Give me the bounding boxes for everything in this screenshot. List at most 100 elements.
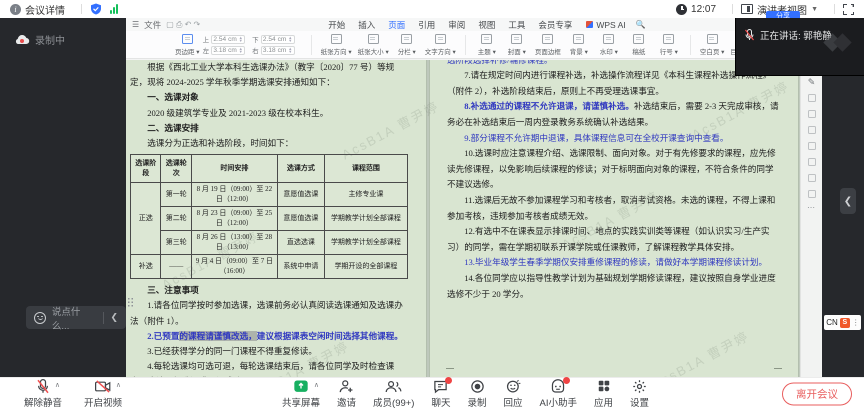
doc-paragraph: 10.选课时应注意课程介绍、选课限制、面向对象。对于有先修要求的课程，应先修读先… [447,146,782,193]
members-button[interactable]: 成员(99+) [373,379,414,409]
tab-insert[interactable]: 插入 [358,19,375,31]
active-speaker-video[interactable]: 正在讲话: 郭艳静 [735,18,864,76]
ai-assistant-label: AI小助手 [540,395,577,409]
network-signal[interactable] [110,4,118,14]
chat-button[interactable]: 聊天 [431,379,450,409]
tab-page[interactable]: 页面 [388,19,405,31]
chevron-up-icon[interactable]: ∧ [116,381,121,389]
panel-collapse-button[interactable]: ❮ [840,188,856,214]
margin-corner-mark [446,368,454,376]
ribbon-blank-page[interactable]: 空白页 ▾ [697,34,728,56]
search-icon[interactable]: 🔍 [636,20,646,29]
chevron-left-icon[interactable]: ❮ [110,312,118,323]
chevron-up-icon[interactable]: ∧ [314,381,319,389]
ribbon-background[interactable]: 背景 ▾ [564,34,594,56]
ribbon-paper-size[interactable]: 纸张大小 ▾ [355,34,392,56]
paragraph-drag-handle-icon[interactable] [127,297,134,307]
ribbon-paper-orientation[interactable]: 纸张方向 ▾ [318,34,355,56]
muted-mic-icon [744,29,755,41]
share-screen-label: 共享屏幕 [282,395,320,409]
ai-assistant-button[interactable]: AI小助手 [540,379,577,409]
meeting-details[interactable]: i 会议详情 [10,2,65,17]
doc-heading: 二、选课安排 [130,121,408,136]
apps-button[interactable]: 应用 [594,379,613,409]
wps-writer-window: ☰ 文件 ▢ ⎙ ↶ ↷ 开始 插入 页面 引用 审阅 视图 工具 会员专享 W… [126,18,822,377]
record-button[interactable]: 录制 [468,379,487,409]
doc-paragraph: 2020 级建筑学专业及 2021-2023 级在校本科生。 [130,106,408,121]
margin-right-field[interactable]: 右 3.18cm▲▼ [252,45,295,55]
members-label: 成员(99+) [373,395,414,409]
share-screen-icon [293,379,309,394]
divider [834,4,835,14]
line-number-icon [663,34,674,44]
settings-button[interactable]: 设置 [630,379,649,409]
wps-ai-label: WPS AI [596,20,625,30]
start-video-button[interactable]: ∧ 开启视频 [84,379,122,409]
ribbon-text-direction[interactable]: 文字方向 ▾ [422,34,459,56]
unmute-button[interactable]: ∧ 解除静音 [24,379,62,409]
wps-quick-actions[interactable]: ▢ ⎙ ↶ ↷ [166,20,200,30]
side-tool-icon[interactable] [808,94,816,102]
ribbon-cover[interactable]: 封面 ▾ [502,34,532,56]
fullscreen-button[interactable] [843,4,854,15]
paper-size-icon [368,34,379,44]
share-screen-button[interactable]: ∧ 共享屏幕 [282,379,320,409]
margin-bottom-field[interactable]: 下 2.54cm▲▼ [252,34,295,44]
ribbon-line-number[interactable]: 行号 ▾ [654,34,684,56]
doc-paragraph: 1.请各位同学按时参加选课，选课前务必认真阅读选课通知及选课办法（附件 1）。 [130,298,408,328]
text-direction-icon [435,34,446,44]
ribbon-paper-grid[interactable]: 稿纸 [624,34,654,56]
tab-review[interactable]: 审阅 [448,19,465,31]
menu-icon[interactable]: ☰ [132,20,139,29]
side-tool-icon[interactable] [808,174,816,182]
tab-home[interactable]: 开始 [328,19,345,31]
more-tools-icon[interactable]: ⋯ [807,206,816,210]
more-icon: ⋮ [852,318,859,327]
recording-indicator[interactable]: 录制中 [14,32,65,47]
tab-reference[interactable]: 引用 [418,19,435,31]
wps-ai-button[interactable]: WPS AI [586,20,625,30]
emoji-icon[interactable] [34,312,46,324]
stage-left-panel: 录制中 说点什么... ❮ [0,18,126,377]
wps-file-menu[interactable]: 文件 [144,19,161,31]
text-selection: 的课程请谨慎改选， [179,331,256,341]
ribbon-page-margins[interactable]: 页边距 ▾ [172,34,203,56]
margin-top-field[interactable]: 上 2.54cm▲▼ [203,34,246,44]
ime-indicator[interactable]: CN S ⋮ [824,315,861,330]
side-tool-icon[interactable] [808,190,816,198]
leave-meeting-button[interactable]: 离开会议 [782,382,852,405]
side-tool-icon[interactable] [808,158,816,166]
start-video-label: 开启视频 [84,395,122,409]
record-icon [470,379,485,394]
tab-tools[interactable]: 工具 [508,19,525,31]
doc-heading: 三、注意事项 [130,283,408,298]
ribbon-page-border[interactable]: 页面边框 [532,34,564,56]
side-tool-icon[interactable] [808,126,816,134]
doc-paragraph: 7.请在规定时间内进行课程补选，补选操作流程详见《本科生课程补选操作流程》（附件… [447,68,782,99]
side-tool-icon[interactable] [808,110,816,118]
chat-placeholder: 说点什么... [52,304,98,332]
quick-chat-input[interactable]: 说点什么... ❮ [26,306,126,329]
margin-left-field[interactable]: 左 3.18cm▲▼ [203,45,246,55]
background-icon [573,34,584,44]
doc-paragraph: 3.已经获得学分的同一门课程不得重复修读。 [130,344,408,359]
notification-badge [563,377,570,384]
security-shield[interactable] [90,3,102,15]
side-tool-icon[interactable] [808,142,816,150]
divider [732,4,733,14]
document-page-2[interactable]: 读；如重修、转专业、辅修等原因需要跟班修读的同学，需先选择正常修读课程，在补选阶… [430,60,798,377]
columns-icon [401,34,412,44]
unmute-label: 解除静音 [24,395,62,409]
invite-button[interactable]: 邀请 [337,379,356,409]
reactions-button[interactable]: 回应 [504,379,523,409]
tab-view[interactable]: 视图 [478,19,495,31]
pen-tool-icon[interactable]: ✎ [808,78,816,86]
document-page-1[interactable]: 根据《西北工业大学本科生选课办法》（教字〔2020〕77 号）等规定，现将 20… [126,60,426,377]
ribbon-theme[interactable]: 主题 ▾ [472,34,502,56]
ribbon-watermark[interactable]: 水印 ▾ [594,34,624,56]
theme-icon [481,34,492,44]
chevron-up-icon[interactable]: ∧ [55,381,60,389]
ribbon-columns[interactable]: 分栏 ▾ [392,34,422,56]
tab-member[interactable]: 会员专享 [538,19,572,31]
document-canvas[interactable]: 根据《西北工业大学本科生选课办法》（教字〔2020〕77 号）等规定，现将 20… [126,60,800,377]
